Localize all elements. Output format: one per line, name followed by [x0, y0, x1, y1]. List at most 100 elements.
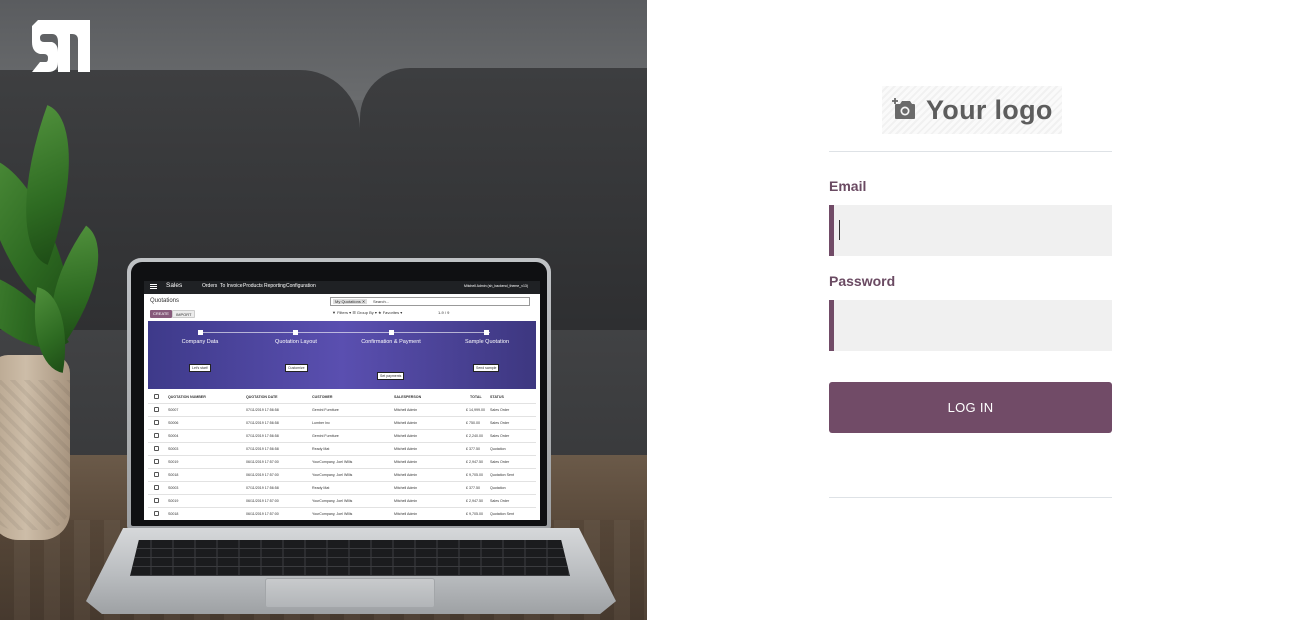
table-cell: Sales Order [490, 408, 510, 412]
step-dot [484, 330, 489, 335]
email-field[interactable] [829, 205, 1112, 256]
email-label: Email [829, 178, 867, 194]
login-panel: Your logo Email Password LOG IN [647, 0, 1294, 620]
step-dot [198, 330, 203, 335]
hamburger-menu-icon [150, 284, 157, 285]
table-cell: £ 14,999.00 [466, 408, 485, 412]
table-cell: Gemini Furniture [312, 434, 339, 438]
hero-photo: Sales Orders To Invoice Products Reporti… [0, 0, 647, 620]
add-photo-icon [892, 98, 915, 119]
column-header: STATUS [490, 395, 504, 399]
table-cell: S0003 [168, 486, 179, 490]
select-all-checkbox [154, 394, 159, 399]
table-cell: 07/11/2019 17:56:58 [246, 421, 279, 425]
table-cell: S0007 [168, 408, 179, 412]
company-logo-placeholder[interactable]: Your logo [882, 86, 1062, 134]
table-cell: Mitchell Admin [394, 486, 418, 490]
row-checkbox [154, 485, 159, 490]
table-cell: Mitchell Admin [394, 421, 418, 425]
plant-pot-pattern [0, 380, 70, 530]
step-dot [293, 330, 298, 335]
table-header: QUOTATION NUMBER QUOTATION DATE CUSTOMER… [148, 391, 536, 404]
step-dot [389, 330, 394, 335]
table-cell: 07/11/2019 17:56:58 [246, 434, 279, 438]
table-cell: Quotation [490, 486, 506, 490]
table-cell: Sales Order [490, 434, 510, 438]
table-cell: Mitchell Admin [394, 499, 418, 503]
table-row: S0004 07/11/2019 17:56:58 Gemini Furniture… [148, 430, 536, 443]
nav-item: Reporting [264, 283, 286, 289]
app-name: Sales [166, 282, 183, 289]
column-header: TOTAL [470, 395, 482, 399]
search-facet: My Quotations ✕ [333, 299, 368, 304]
row-checkbox [154, 420, 159, 425]
search-options: ▼ Filters ▾ ☰ Group By ▾ ★ Favorites ▾ [332, 310, 403, 315]
row-checkbox [154, 498, 159, 503]
step-button: Customize [285, 364, 308, 372]
table-cell: Quotation Sent [490, 512, 514, 516]
table-cell: 06/11/2019 17:57:00 [246, 512, 279, 516]
table-row: S0018 06/11/2019 17:57:00 YourCompany, Joe… [148, 469, 536, 482]
table-cell: £ 750.00 [466, 421, 480, 425]
table-cell: Sales Order [490, 499, 510, 503]
step-title: Confirmation & Payment [361, 339, 421, 345]
brand-monogram-icon[interactable] [30, 18, 92, 74]
table-cell: £ 377.50 [466, 486, 480, 490]
password-label: Password [829, 273, 896, 289]
import-button: IMPORT [172, 310, 196, 318]
table-cell: S0018 [168, 512, 179, 516]
onboarding-banner: Company Data Quotation Layout Confirmati… [148, 321, 536, 389]
table-cell: Quotation Sent [490, 473, 514, 477]
password-field[interactable] [829, 300, 1112, 351]
step-title: Quotation Layout [275, 339, 317, 345]
column-header: CUSTOMER [312, 395, 333, 399]
table-row: S0006 07/11/2019 17:56:58 Lumber Inc Mitche… [148, 417, 536, 430]
table-row: S0018 06/11/2019 17:57:00 YourCompany, Joe… [148, 508, 536, 520]
table-cell: 06/11/2019 17:57:00 [246, 460, 279, 464]
pager: 1-9 / 9 [438, 310, 450, 315]
divider [829, 497, 1112, 498]
table-cell: YourCompany, Joel Willis [312, 499, 353, 503]
user-menu: Mitchell Admin (sh_backend_theme_v13) [464, 284, 529, 288]
table-cell: £ 2,947.50 [466, 499, 483, 503]
text-cursor [839, 220, 840, 240]
table-cell: S0006 [168, 421, 179, 425]
table-row: S0003 07/11/2019 17:56:58 Ready Mat Mitchel… [148, 482, 536, 495]
row-checkbox [154, 446, 159, 451]
column-header: QUOTATION DATE [246, 395, 278, 399]
table-cell: S0018 [168, 473, 179, 477]
table-cell: £ 2,240.00 [466, 434, 483, 438]
table-cell: 07/11/2019 17:56:58 [246, 447, 279, 451]
step-button: Let's start! [189, 364, 212, 372]
laptop-screen: Sales Orders To Invoice Products Reporti… [144, 281, 540, 520]
table-cell: 07/11/2019 17:56:58 [246, 486, 279, 490]
table-cell: £ 2,947.50 [466, 460, 483, 464]
search-placeholder: Search... [373, 299, 390, 304]
row-checkbox [154, 511, 159, 516]
app-navbar: Sales Orders To Invoice Products Reporti… [144, 281, 540, 294]
step-button: Send sample [473, 364, 500, 372]
table-cell: Ready Mat [312, 447, 330, 451]
page-title: Quotations [150, 298, 180, 304]
table-cell: Lumber Inc [312, 421, 330, 425]
login-button[interactable]: LOG IN [829, 382, 1112, 433]
table-cell: Sales Order [490, 421, 510, 425]
table-cell: S0004 [168, 434, 179, 438]
table-row: S0007 07/11/2019 17:56:58 Gemini Furniture… [148, 404, 536, 417]
laptop-trackpad [265, 578, 435, 608]
row-checkbox [154, 472, 159, 477]
nav-item: Products [243, 283, 263, 289]
step-button: Set payments [377, 372, 405, 380]
nav-item: To Invoice [220, 283, 243, 289]
table-row: S0019 06/11/2019 17:57:00 YourCompany, Joe… [148, 456, 536, 469]
table-cell: 06/11/2019 17:57:00 [246, 499, 279, 503]
progress-line [200, 332, 490, 333]
table-cell: Mitchell Admin [394, 512, 418, 516]
quotations-table: QUOTATION NUMBER QUOTATION DATE CUSTOMER… [148, 391, 536, 520]
table-cell: £ 9,705.00 [466, 473, 483, 477]
table-cell: Gemini Furniture [312, 408, 339, 412]
table-cell: Mitchell Admin [394, 460, 418, 464]
divider [829, 151, 1112, 152]
table-cell: YourCompany, Joel Willis [312, 512, 353, 516]
step-title: Company Data [181, 339, 219, 345]
